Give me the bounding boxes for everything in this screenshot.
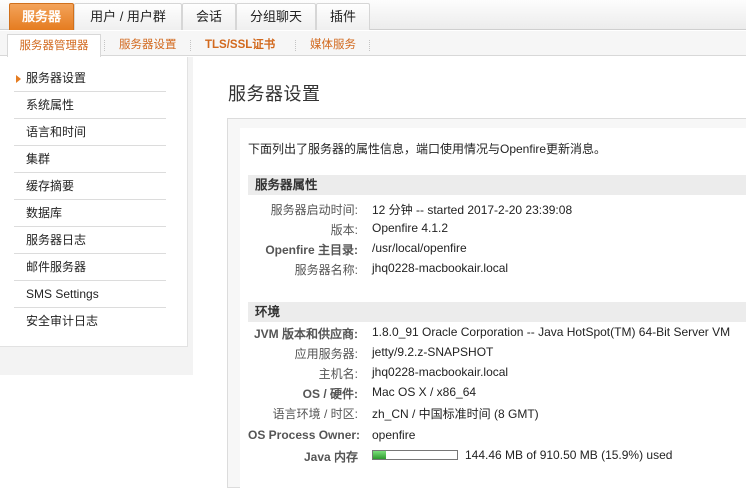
sidebar-item-clustering[interactable]: 集群 [14,146,166,173]
top-nav: 服务器 用户 / 用户群 会话 分组聊天 插件 [0,0,746,30]
sidebar-item-label: 邮件服务器 [26,260,87,274]
prop-label-locale: 语言环境 / 时区: [272,407,358,421]
prop-label-uptime: 服务器启动时间: [270,203,358,217]
sidebar-item-label: 服务器日志 [26,233,87,247]
intro-text: 下面列出了服务器的属性信息，端口使用情况与Openfire更新消息。 [248,142,607,156]
prop-label-os: OS / 硬件: [302,387,358,401]
subnav-divider [369,40,370,51]
prop-label-server-name: 服务器名称: [294,263,358,277]
sidebar-item-sms-settings[interactable]: SMS Settings [14,281,166,308]
sidebar-item-label: 数据库 [26,206,63,220]
sidebar: 服务器设置 系统属性 语言和时间 集群 缓存摘要 数据库 服务器日志 邮件服务器… [0,57,193,375]
sidebar-item-database[interactable]: 数据库 [14,200,166,227]
sidebar-item-server-logs[interactable]: 服务器日志 [14,227,166,254]
sidebar-item-security-audit-log[interactable]: 安全审计日志 [14,308,166,335]
subtab-server-manager[interactable]: 服务器管理器 [7,34,101,57]
prop-label-version: 版本: [330,223,358,237]
section-heading-environment: 环境 [248,302,746,322]
sidebar-item-label: 服务器设置 [26,71,87,85]
sidebar-item-locale-time[interactable]: 语言和时间 [14,119,166,146]
prop-label-process-owner: OS Process Owner: [248,428,361,442]
prop-label-app-server: 应用服务器: [294,347,358,361]
prop-value-home-dir: /usr/local/openfire [372,241,467,255]
tab-server[interactable]: 服务器 [9,3,74,30]
sidebar-panel: 服务器设置 系统属性 语言和时间 集群 缓存摘要 数据库 服务器日志 邮件服务器… [0,57,188,347]
sidebar-item-system-properties[interactable]: 系统属性 [14,92,166,119]
page-title: 服务器设置 [228,84,321,104]
sidebar-item-label: 系统属性 [26,98,75,112]
section-heading-server-properties: 服务器属性 [248,175,746,195]
subnav-divider [104,40,105,51]
prop-value-jvm: 1.8.0_91 Oracle Corporation -- Java HotS… [372,325,731,339]
prop-label-hostname: 主机名: [318,367,358,381]
sidebar-item-server-settings[interactable]: 服务器设置 [14,65,166,92]
subnav-divider [190,40,191,51]
prop-value-app-server: jetty/9.2.z-SNAPSHOT [372,345,494,359]
sub-nav: 服务器管理器 服务器设置 TLS/SSL证书 媒体服务 [0,31,746,57]
sidebar-item-label: 缓存摘要 [26,179,75,193]
subnav-divider [295,40,296,51]
sidebar-item-email-server[interactable]: 邮件服务器 [14,254,166,281]
subtab-tls-ssl[interactable]: TLS/SSL证书 [205,36,275,54]
sidebar-item-label: 集群 [26,152,51,166]
tab-plugins[interactable]: 插件 [316,3,370,30]
subtab-media-services[interactable]: 媒体服务 [310,36,356,54]
prop-label-home-dir: Openfire 主目录: [265,243,358,257]
tab-users-groups[interactable]: 用户 / 用户群 [74,3,182,30]
sidebar-item-cache-summary[interactable]: 缓存摘要 [14,173,166,200]
prop-value-version: Openfire 4.1.2 [372,221,449,235]
sidebar-item-label: 安全审计日志 [26,314,99,328]
prop-value-server-name: jhq0228-macbookair.local [372,261,509,275]
prop-value-uptime: 12 分钟 -- started 2017-2-20 23:39:08 [372,203,573,217]
bullet-icon [16,75,21,83]
prop-label-jvm: JVM 版本和供应商: [253,327,358,341]
prop-label-java-memory: Java 内存 [303,450,358,464]
prop-value-locale: zh_CN / 中国标准时间 (8 GMT) [372,407,539,421]
prop-value-process-owner: openfire [372,428,416,442]
tab-group-chat[interactable]: 分组聊天 [236,3,316,30]
prop-value-hostname: jhq0228-macbookair.local [372,365,509,379]
sidebar-item-label: 语言和时间 [26,125,87,139]
sidebar-item-label: SMS Settings [26,287,99,301]
prop-value-os: Mac OS X / x86_64 [372,385,477,399]
tab-sessions[interactable]: 会话 [182,3,236,30]
subtab-server-settings[interactable]: 服务器设置 [119,36,177,54]
memory-usage-bar [372,450,458,460]
memory-usage-fill [373,451,387,459]
prop-value-java-memory: 144.46 MB of 910.50 MB (15.9%) used [465,448,673,462]
